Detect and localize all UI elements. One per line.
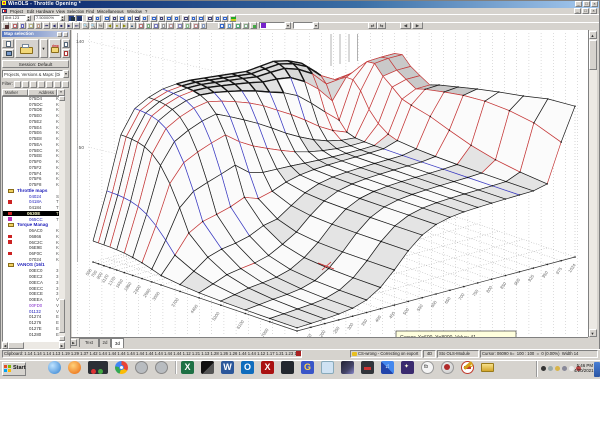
svg-text:140: 140	[76, 39, 84, 45]
svg-text:50: 50	[79, 145, 85, 151]
